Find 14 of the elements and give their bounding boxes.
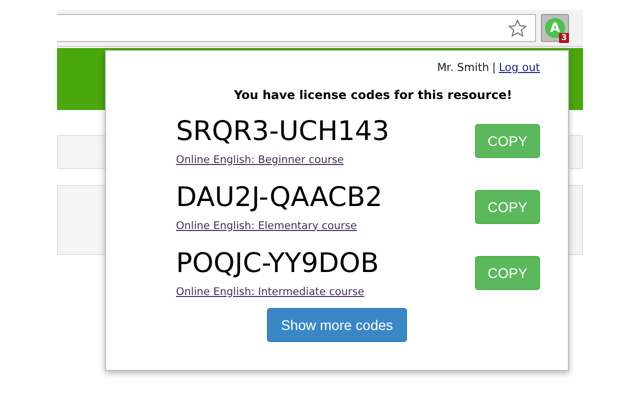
badge: 3 [559,33,569,43]
course-link[interactable]: Online English: Beginner course [176,154,344,166]
logout-link[interactable]: Log out [498,61,540,74]
license-code: POQJC-YY9DOB [176,248,379,280]
extension-button[interactable]: A 3 [541,14,569,42]
star-icon[interactable] [508,18,527,38]
popup-heading: You have license codes for this resource! [232,88,514,102]
license-code: SRQR3-UCH143 [176,116,390,148]
course-link[interactable]: Online English: Intermediate course [176,286,364,298]
user-name: Mr. Smith [437,61,490,74]
license-code: DAU2J-QAACB2 [176,182,382,214]
show-more-button[interactable]: Show more codes [267,308,407,342]
course-link[interactable]: Online English: Elementary course [176,220,357,232]
separator: | [492,61,496,74]
